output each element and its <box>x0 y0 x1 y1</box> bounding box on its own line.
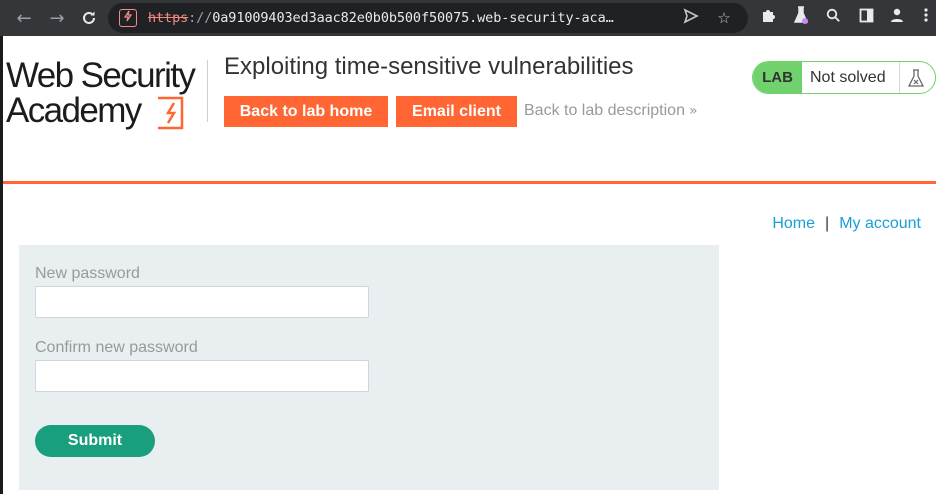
profile-icon[interactable] <box>885 6 909 30</box>
url-host: 0a91009403ed3aac82e0b0b500f50075.web-sec… <box>212 10 614 26</box>
new-password-label: New password <box>35 265 140 282</box>
lab-title: Exploiting time-sensitive vulnerabilitie… <box>224 53 634 80</box>
back-to-lab-description-link[interactable]: Back to lab description» <box>524 102 698 120</box>
reload-icon-glyph <box>83 11 95 24</box>
logo-text-line1: Web Security <box>6 56 196 95</box>
back-icon[interactable]: ← <box>12 6 36 30</box>
lab-status-text: Not solved <box>810 69 886 86</box>
web-security-academy-logo[interactable]: Web Security Academy <box>6 58 206 132</box>
change-password-form: New password Confirm new password Submit <box>19 245 719 490</box>
address-bar[interactable]: https://0a91009403ed3aac82e0b0b500f50075… <box>108 3 748 33</box>
side-panel-icon[interactable] <box>854 6 878 30</box>
window-edge <box>0 36 3 494</box>
header-separator-rule <box>3 181 936 184</box>
menu-icon[interactable] <box>914 6 936 30</box>
forward-icon[interactable]: → <box>45 6 69 30</box>
puzzle-icon <box>763 10 775 22</box>
send-icon-glyph <box>683 8 699 24</box>
search-icon[interactable] <box>821 6 845 30</box>
back-to-lab-home-button[interactable]: Back to lab home <box>224 96 388 127</box>
account-nav: Home | My account <box>772 215 921 233</box>
send-icon[interactable] <box>681 8 701 28</box>
nav-separator: | <box>825 215 830 232</box>
magnifier-icon <box>826 8 840 22</box>
page-content: Web Security Academy Exploiting time-sen… <box>0 36 936 494</box>
home-link[interactable]: Home <box>772 215 815 232</box>
kebab-icon <box>924 8 928 22</box>
flask-extension-icon <box>793 6 809 24</box>
my-account-link[interactable]: My account <box>839 215 921 232</box>
double-chevron-icon: » <box>688 103 698 119</box>
submit-button[interactable]: Submit <box>35 425 155 457</box>
reload-icon[interactable] <box>77 6 101 30</box>
email-client-button[interactable]: Email client <box>396 96 517 127</box>
lightning-icon <box>123 10 133 22</box>
header-divider <box>207 60 208 122</box>
extensions-icon[interactable] <box>757 6 781 30</box>
lab-badge: LAB <box>753 62 802 93</box>
back-to-description-label: Back to lab description <box>524 102 685 119</box>
new-password-field[interactable] <box>35 286 369 318</box>
flask-icon <box>907 69 925 87</box>
lightning-bracket-icon <box>158 96 184 130</box>
confirm-password-field[interactable] <box>35 360 369 392</box>
lab-flask-icon[interactable] <box>789 6 813 30</box>
url-text[interactable]: https://0a91009403ed3aac82e0b0b500f50075… <box>148 10 614 26</box>
url-separator: :// <box>188 10 213 26</box>
person-icon <box>891 8 903 22</box>
confirm-password-label: Confirm new password <box>35 339 198 356</box>
url-scheme: https <box>148 10 189 26</box>
panel-icon <box>859 8 873 23</box>
not-secure-icon[interactable] <box>119 9 137 27</box>
bookmark-star-icon[interactable]: ☆ <box>714 8 734 28</box>
logo-text-line2: Academy <box>6 91 142 130</box>
lab-status-widget: LAB Not solved <box>752 61 936 94</box>
status-divider <box>899 62 900 93</box>
browser-toolbar: ← → https://0a91009403ed3aac82e0b0b500f5… <box>0 0 936 36</box>
